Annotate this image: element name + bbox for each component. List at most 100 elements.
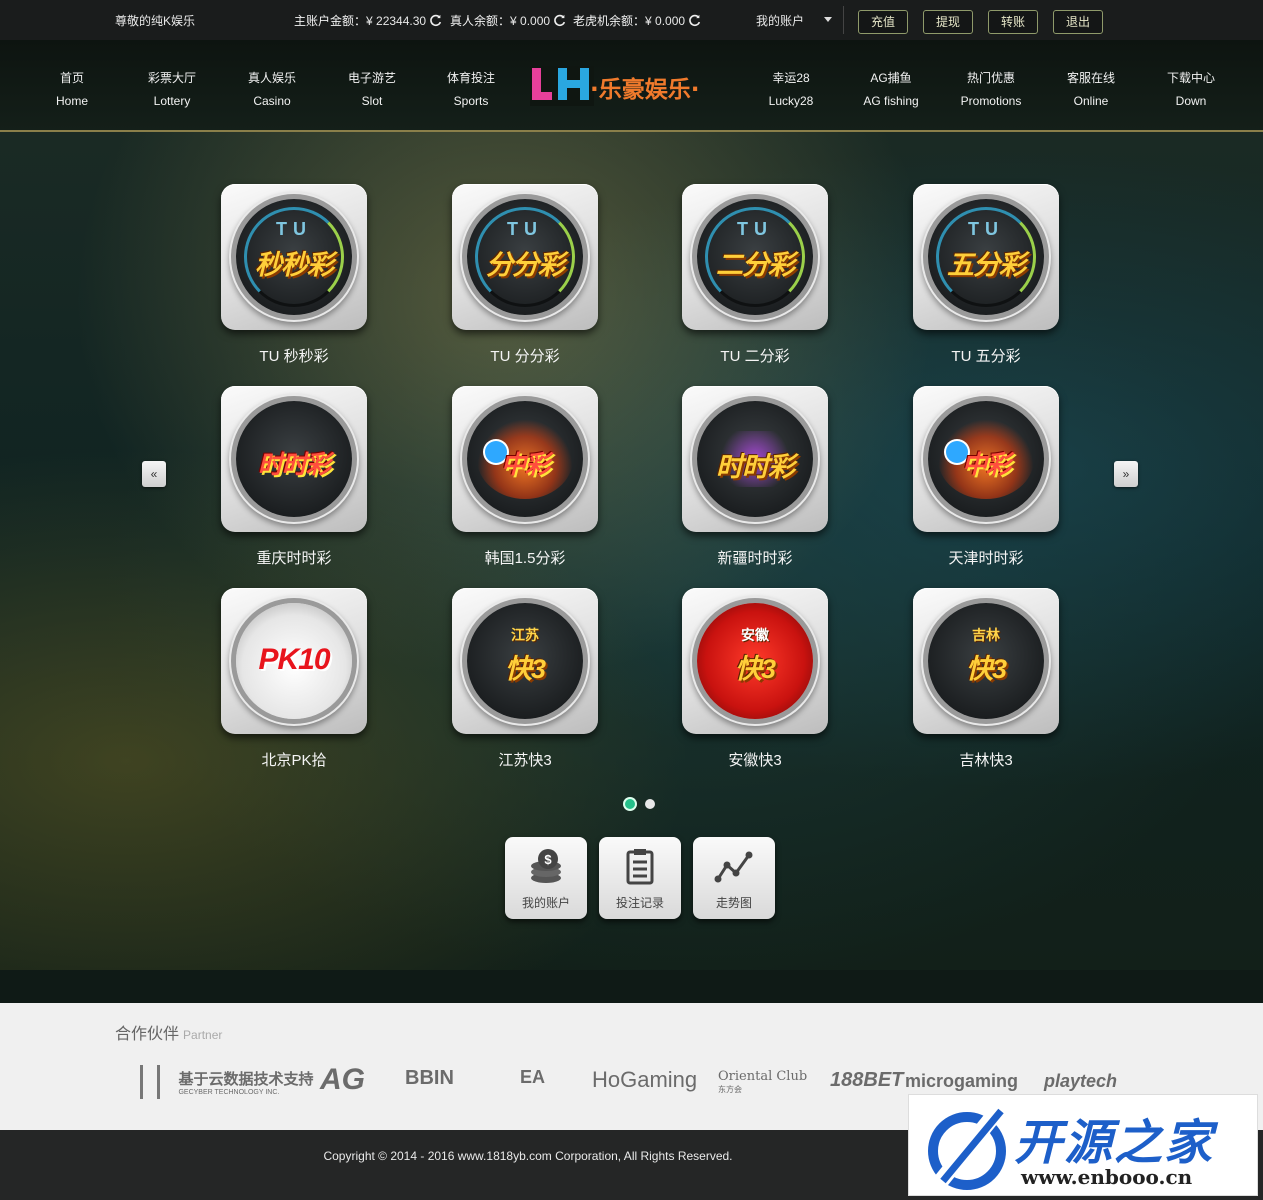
my-account-button[interactable]: $ 我的账户 [505, 837, 587, 919]
nav-item-lucky28[interactable]: 幸运28 Lucky28 [741, 67, 841, 113]
game-tile-tu-erfen[interactable]: TU 二分彩 [682, 184, 828, 330]
game-icon: 江苏 快3 [467, 603, 583, 719]
game-name[interactable]: 北京PK拾 [204, 749, 384, 770]
game-icon: TU 秒秒彩 [236, 199, 352, 315]
carousel-dot-2[interactable] [645, 799, 655, 809]
game-name[interactable]: 重庆时时彩 [204, 547, 384, 568]
game-name[interactable]: 江苏快3 [435, 749, 615, 770]
game-name[interactable]: 天津时时彩 [896, 547, 1076, 568]
game-icon: 吉林 快3 [928, 603, 1044, 719]
refresh-icon[interactable] [553, 14, 566, 27]
game-tile-jiangsu-k3[interactable]: 江苏 快3 [452, 588, 598, 734]
deposit-button[interactable]: 充值 [858, 10, 908, 34]
game-tile-beijing-pk10[interactable]: PK10 [221, 588, 367, 734]
game-tile-xinjiang[interactable]: 时时彩 [682, 386, 828, 532]
game-icon: TU 二分彩 [697, 199, 813, 315]
game-name[interactable]: 韩国1.5分彩 [435, 547, 615, 568]
game-icon: TU 五分彩 [928, 199, 1044, 315]
watermark-logo-icon [928, 1103, 1006, 1190]
live-balance-value: ¥ 0.000 [510, 14, 551, 28]
game-tile-tu-miaomiao[interactable]: TU 秒秒彩 [221, 184, 367, 330]
nav-label-cn: 客服在线 [1066, 71, 1115, 85]
game-icon: 中彩 [928, 401, 1044, 517]
nav-item-ag-fishing[interactable]: AG捕鱼 AG fishing [841, 67, 941, 113]
trend-chart-button[interactable]: 走势图 [693, 837, 775, 919]
watermark-text: 开源之家 [1014, 1117, 1215, 1170]
game-tile-korea[interactable]: 中彩 [452, 386, 598, 532]
slot-balance-value: ¥ 0.000 [645, 14, 686, 28]
nav-label-cn: 体育投注 [446, 71, 495, 85]
nav-item-promotions[interactable]: 热门优惠 Promotions [941, 67, 1041, 113]
nav-label-cn: AG捕鱼 [870, 71, 912, 85]
logout-button[interactable]: 退出 [1053, 10, 1103, 34]
slot-balance-label: 老虎机余额： [573, 14, 646, 28]
chevron-down-icon[interactable] [824, 17, 832, 22]
nav-label-cn: 幸运28 [772, 71, 810, 85]
partner-logo-microgaming: microgaming [905, 1071, 1019, 1091]
main-balance-label: 主账户金额： [294, 14, 367, 28]
nav-label-cn: 彩票大厅 [147, 71, 196, 85]
carousel-prev-button[interactable]: « [142, 461, 166, 487]
transfer-button[interactable]: 转账 [988, 10, 1038, 34]
bet-records-button[interactable]: 投注记录 [599, 837, 681, 919]
watermark: 开源之家 www.enbooo.cn [908, 1094, 1258, 1196]
partner-logo-188bet: 188BET [830, 1069, 904, 1091]
partner-logo-hogaming: HoGaming [592, 1067, 698, 1092]
game-icon: 安徽 快3 [697, 603, 813, 719]
lh-logo-icon: LH ·乐豪娱乐· [530, 62, 699, 109]
coins-icon: $ [531, 849, 561, 883]
withdraw-button[interactable]: 提现 [923, 10, 973, 34]
game-icon: 时时彩 [697, 401, 813, 517]
partners-title: 合作伙伴 Partner [115, 1026, 223, 1043]
game-tile-tianjin[interactable]: 中彩 [913, 386, 1059, 532]
clipboard-icon [626, 849, 654, 885]
refresh-icon[interactable] [429, 14, 442, 27]
game-tile-anhui-k3[interactable]: 安徽 快3 [682, 588, 828, 734]
nav-label-en: Sports [453, 94, 489, 108]
svg-text:$: $ [544, 852, 552, 867]
account-menu[interactable]: 我的账户 [756, 12, 804, 29]
nav-label-en: Lottery [153, 94, 191, 108]
nav-label-en: Slot [361, 94, 383, 108]
partner-logo-ag: AG [320, 1063, 365, 1096]
game-name[interactable]: 吉林快3 [896, 749, 1076, 770]
divider [843, 6, 844, 34]
site-logo[interactable]: LH ·乐豪娱乐· [530, 62, 740, 110]
live-balance-label: 真人余额： [450, 14, 511, 28]
game-name[interactable]: TU 分分彩 [435, 345, 615, 366]
game-tile-tu-wufen[interactable]: TU 五分彩 [913, 184, 1059, 330]
game-icon: TU 分分彩 [467, 199, 583, 315]
nav-label-en: Online [1073, 94, 1109, 108]
partner-logo-ea: EA [520, 1067, 546, 1087]
game-name[interactable]: TU 五分彩 [896, 345, 1076, 366]
nav-item-sports[interactable]: 体育投注 Sports [421, 67, 521, 113]
game-tile-chongqing[interactable]: 时时彩 [221, 386, 367, 532]
game-name[interactable]: TU 二分彩 [665, 345, 845, 366]
game-icon: PK10 [236, 603, 352, 719]
partner-logo-gecyber: 基于云数据技术支持 GECYBER TECHNOLOGY INC. [140, 1065, 313, 1099]
game-name[interactable]: 新疆时时彩 [665, 547, 845, 568]
game-name[interactable]: TU 秒秒彩 [204, 345, 384, 366]
partner-logo-oriental-club: Oriental Club 东方会 [718, 1069, 808, 1094]
game-icon: 中彩 [467, 401, 583, 517]
game-name[interactable]: 安徽快3 [665, 749, 845, 770]
main-balance-value: ¥ 22344.30 [366, 14, 427, 28]
watermark-url: www.enbooo.cn [1021, 1165, 1193, 1189]
nav-item-casino[interactable]: 真人娱乐 Casino [222, 67, 322, 113]
copyright-text: Copyright © 2014 - 2016 www.1818yb.com C… [323, 1149, 733, 1163]
carousel-dot-1[interactable] [625, 799, 635, 809]
slot-balance: 老虎机余额：¥ 0.000 [573, 12, 701, 29]
nav-item-online[interactable]: 客服在线 Online [1041, 67, 1141, 113]
game-tile-jilin-k3[interactable]: 吉林 快3 [913, 588, 1059, 734]
carousel-next-button[interactable]: » [1114, 461, 1138, 487]
nav-label-en: Home [55, 94, 88, 108]
nav-item-lottery[interactable]: 彩票大厅 Lottery [122, 67, 222, 113]
nav-item-slot[interactable]: 电子游艺 Slot [322, 67, 422, 113]
nav-item-home[interactable]: 首页 Home [22, 67, 122, 113]
trend-chart-label: 走势图 [715, 896, 752, 910]
top-bar: 尊敬的纯K娱乐 主账户金额：¥ 22344.30 真人余额：¥ 0.000 老虎… [0, 0, 1263, 40]
partner-logo-playtech: playtech [1044, 1071, 1118, 1091]
nav-item-download[interactable]: 下载中心 Down [1141, 67, 1241, 113]
game-tile-tu-fenfen[interactable]: TU 分分彩 [452, 184, 598, 330]
refresh-icon[interactable] [688, 14, 701, 27]
